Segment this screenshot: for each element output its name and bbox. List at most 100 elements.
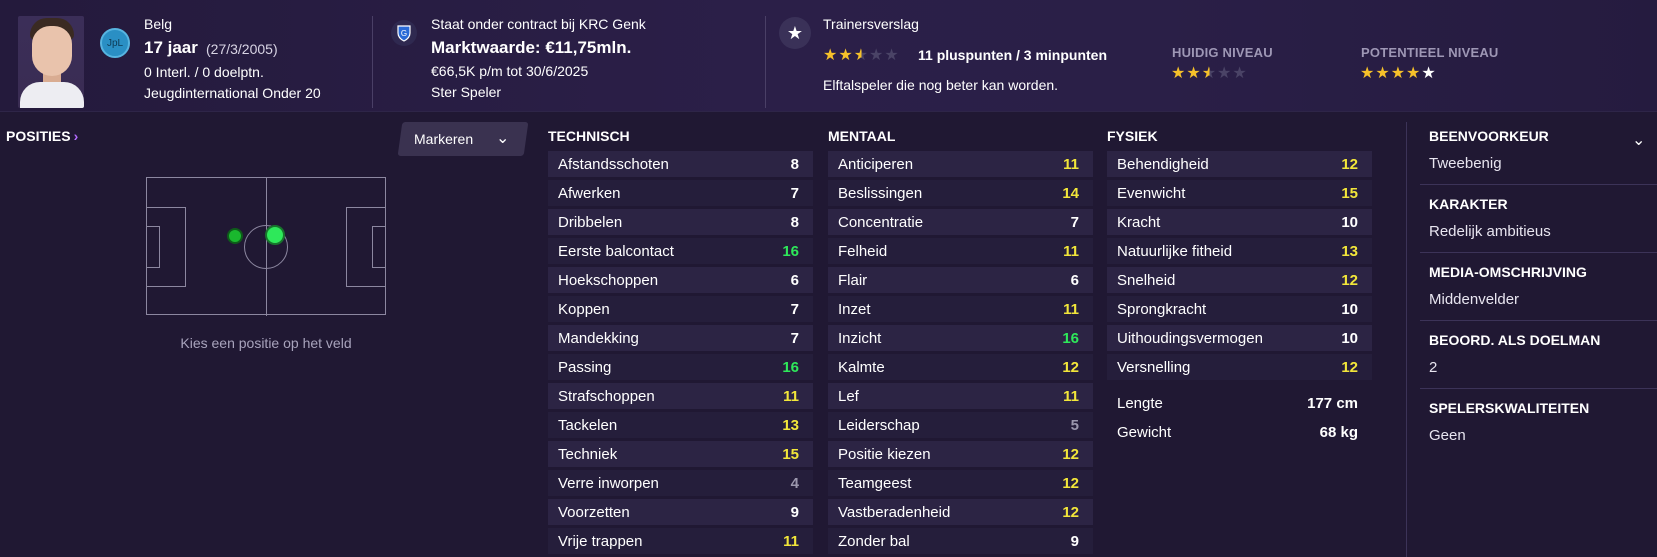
attribute-row[interactable]: Versnelling 12 <box>1107 354 1372 380</box>
attribute-row[interactable]: Evenwicht 15 <box>1107 180 1372 206</box>
attribute-name: Versnelling <box>1117 358 1191 376</box>
attribute-row[interactable]: Positie kiezen 12 <box>828 441 1093 467</box>
attribute-row[interactable]: Uithoudingsvermogen 10 <box>1107 325 1372 351</box>
column-title: FYSIEK <box>1107 128 1158 144</box>
attribute-row[interactable]: Concentratie 7 <box>828 209 1093 235</box>
position-dot-secondary[interactable] <box>227 228 243 244</box>
attribute-row[interactable]: Koppen 7 <box>548 296 813 322</box>
attribute-row[interactable]: Inzet 11 <box>828 296 1093 322</box>
attribute-value: 12 <box>1062 503 1079 521</box>
attribute-name: Mandekking <box>558 329 639 347</box>
attribute-row[interactable]: Natuurlijke fitheid 13 <box>1107 238 1372 264</box>
player-age: 17 jaar <box>144 38 198 57</box>
attribute-row[interactable]: Flair 6 <box>828 267 1093 293</box>
attribute-row[interactable]: Tackelen 13 <box>548 412 813 438</box>
attribute-name: Verre inworpen <box>558 474 659 492</box>
attribute-row[interactable]: Teamgeest 12 <box>828 470 1093 496</box>
report-points: 11 pluspunten / 3 minpunten <box>918 47 1108 63</box>
attribute-value: 11 <box>1063 300 1079 318</box>
attribute-row[interactable]: Verre inworpen 4 <box>548 470 813 496</box>
attribute-row[interactable]: Dribbelen 8 <box>548 209 813 235</box>
attribute-value: 7 <box>790 300 799 318</box>
attribute-row[interactable]: Snelheid 12 <box>1107 267 1372 293</box>
international-caps: 0 Interl. / 0 doelptn. <box>144 64 264 80</box>
attribute-row[interactable]: Kalmte 12 <box>828 354 1093 380</box>
attribute-name: Uithoudingsvermogen <box>1117 329 1263 347</box>
info-label: BEENVOORKEUR <box>1429 128 1549 144</box>
current-ability-label: HUIDIG NIVEAU <box>1172 45 1273 60</box>
attribute-value: 14 <box>1062 184 1079 202</box>
info-label: KARAKTER <box>1429 196 1508 212</box>
attribute-value: 11 <box>783 387 799 405</box>
attribute-value: 10 <box>1341 329 1358 347</box>
player-avatar <box>18 16 84 108</box>
attribute-row[interactable]: Mandekking 7 <box>548 325 813 351</box>
attribute-value: 7 <box>1070 213 1079 231</box>
physical-extra-value: 68 kg <box>1319 424 1358 441</box>
attribute-row[interactable]: Zonder bal 9 <box>828 528 1093 554</box>
attribute-row[interactable]: Techniek 15 <box>548 441 813 467</box>
attribute-row[interactable]: Kracht 10 <box>1107 209 1372 235</box>
attribute-row[interactable]: Felheid 11 <box>828 238 1093 264</box>
attribute-row[interactable]: Behendigheid 12 <box>1107 151 1372 177</box>
attribute-name: Positie kiezen <box>838 445 931 463</box>
attribute-row[interactable]: Inzicht 16 <box>828 325 1093 351</box>
attribute-name: Strafschoppen <box>558 387 655 405</box>
attribute-value: 11 <box>1063 387 1079 405</box>
league-badge-icon[interactable]: JpL <box>100 28 130 58</box>
nationality[interactable]: Belg <box>144 16 172 32</box>
info-value: Redelijk ambitieus <box>1429 223 1551 240</box>
market-value: Marktwaarde: €11,75mln. <box>431 38 632 57</box>
positions-title[interactable]: POSITIES › <box>6 128 78 144</box>
chevron-down-icon[interactable]: ⌄ <box>1632 130 1645 150</box>
attribute-value: 8 <box>790 155 799 173</box>
attribute-row[interactable]: Lef 11 <box>828 383 1093 409</box>
attribute-row[interactable]: Vastberadenheid 12 <box>828 499 1093 525</box>
contract-status[interactable]: Staat onder contract bij KRC Genk <box>431 16 646 32</box>
position-pitch[interactable] <box>146 177 386 316</box>
attribute-name: Sprongkracht <box>1117 300 1207 318</box>
attribute-name: Passing <box>558 358 612 376</box>
attribute-row[interactable]: Strafschoppen 11 <box>548 383 813 409</box>
attribute-name: Beslissingen <box>838 184 923 202</box>
attribute-value: 11 <box>783 532 799 550</box>
current-ability-stars: ★★★★★ <box>1171 65 1248 82</box>
attribute-value: 16 <box>782 242 799 260</box>
attribute-name: Vrije trappen <box>558 532 643 550</box>
info-label: MEDIA-OMSCHRIJVING <box>1429 264 1587 280</box>
attribute-row[interactable]: Eerste balcontact 16 <box>548 238 813 264</box>
attribute-row[interactable]: Anticiperen 11 <box>828 151 1093 177</box>
attribute-name: Koppen <box>558 300 610 318</box>
physical-extra-label: Lengte <box>1117 395 1163 412</box>
youth-international[interactable]: Jeugdinternational Onder 20 <box>144 85 321 101</box>
attribute-name: Evenwicht <box>1117 184 1186 202</box>
attribute-value: 15 <box>782 445 799 463</box>
column-title: TECHNISCH <box>548 128 630 144</box>
position-dot-primary[interactable] <box>265 225 285 245</box>
attribute-name: Afwerken <box>558 184 621 202</box>
info-divider-line <box>1420 184 1657 185</box>
report-title[interactable]: Trainersverslag <box>823 16 919 32</box>
krc-genk-badge-icon[interactable]: G <box>391 20 417 46</box>
attribute-row[interactable]: Passing 16 <box>548 354 813 380</box>
attribute-name: Kracht <box>1117 213 1161 231</box>
attribute-value: 7 <box>790 329 799 347</box>
attribute-row[interactable]: Voorzetten 9 <box>548 499 813 525</box>
attribute-row[interactable]: Vrije trappen 11 <box>548 528 813 554</box>
info-value: Geen <box>1429 427 1466 444</box>
attribute-value: 13 <box>782 416 799 434</box>
attribute-row[interactable]: Hoekschoppen 6 <box>548 267 813 293</box>
attribute-row[interactable]: Leiderschap 5 <box>828 412 1093 438</box>
svg-text:G: G <box>401 29 407 38</box>
attribute-name: Felheid <box>838 242 888 260</box>
attribute-row[interactable]: Beslissingen 14 <box>828 180 1093 206</box>
attribute-row[interactable]: Afstandsschoten 8 <box>548 151 813 177</box>
physical-extra-label: Gewicht <box>1117 424 1172 441</box>
attribute-value: 13 <box>1341 242 1358 260</box>
attribute-name: Vastberadenheid <box>838 503 951 521</box>
attribute-row[interactable]: Afwerken 7 <box>548 180 813 206</box>
report-stars: ★★★★★ <box>823 47 900 64</box>
attribute-row[interactable]: Sprongkracht 10 <box>1107 296 1372 322</box>
star-icon: ★ <box>779 17 811 49</box>
potential-ability-label: POTENTIEEL NIVEAU <box>1361 45 1499 60</box>
